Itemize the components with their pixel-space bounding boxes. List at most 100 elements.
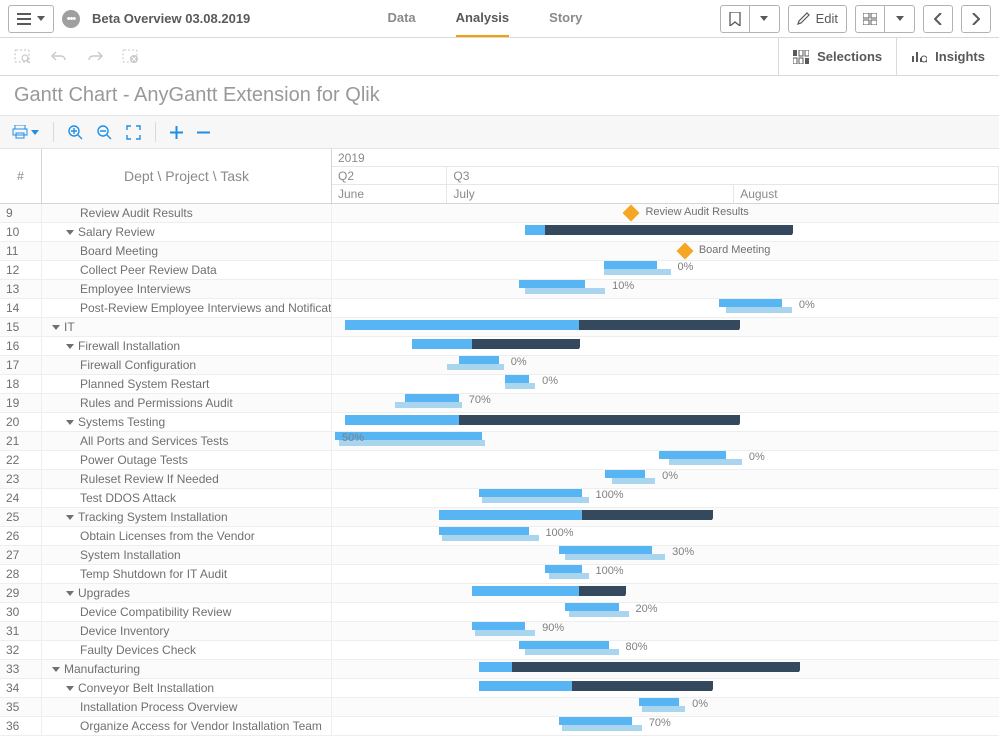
gantt-row[interactable]: 25Tracking System Installation [0, 508, 999, 527]
row-timeline[interactable] [332, 584, 999, 602]
task-bar[interactable] [505, 375, 528, 383]
task-bar[interactable] [639, 698, 679, 706]
row-timeline[interactable]: 0% [332, 451, 999, 469]
print-button[interactable] [12, 125, 39, 139]
row-timeline[interactable]: 10% [332, 280, 999, 298]
gantt-row[interactable]: 32Faulty Devices Check80% [0, 641, 999, 660]
row-timeline[interactable]: 20% [332, 603, 999, 621]
row-timeline[interactable] [332, 318, 999, 336]
gantt-row[interactable]: 9Review Audit ResultsReview Audit Result… [0, 204, 999, 223]
expand-toggle[interactable] [66, 230, 74, 235]
expand-toggle[interactable] [66, 686, 74, 691]
row-timeline[interactable] [332, 337, 999, 355]
row-timeline[interactable]: 0% [332, 261, 999, 279]
row-timeline[interactable]: Review Audit Results [332, 204, 999, 222]
gantt-row[interactable]: 12Collect Peer Review Data0% [0, 261, 999, 280]
task-bar[interactable] [559, 717, 632, 725]
gantt-row[interactable]: 22Power Outage Tests0% [0, 451, 999, 470]
gantt-row[interactable]: 35Installation Process Overview0% [0, 698, 999, 717]
col-header-num[interactable]: # [0, 149, 42, 203]
col-header-task[interactable]: Dept \ Project \ Task [42, 149, 332, 203]
gantt-row[interactable]: 29Upgrades [0, 584, 999, 603]
task-bar[interactable] [519, 641, 609, 649]
gantt-row[interactable]: 36Organize Access for Vendor Installatio… [0, 717, 999, 736]
row-timeline[interactable]: 0% [332, 698, 999, 716]
row-timeline[interactable] [332, 660, 999, 678]
row-timeline[interactable]: Board Meeting [332, 242, 999, 260]
row-timeline[interactable]: 80% [332, 641, 999, 659]
expand-toggle[interactable] [66, 420, 74, 425]
task-bar[interactable] [519, 280, 586, 288]
task-bar[interactable] [472, 622, 525, 630]
insights-button[interactable]: Insights [896, 38, 999, 75]
gantt-row[interactable]: 17Firewall Configuration0% [0, 356, 999, 375]
gantt-row[interactable]: 34Conveyor Belt Installation [0, 679, 999, 698]
row-timeline[interactable]: 100% [332, 527, 999, 545]
row-timeline[interactable]: 90% [332, 622, 999, 640]
task-bar[interactable] [605, 470, 645, 478]
sheet-grid-button[interactable] [855, 5, 885, 33]
row-timeline[interactable] [332, 413, 999, 431]
row-timeline[interactable]: 50% [332, 432, 999, 450]
gantt-row[interactable]: 20Systems Testing [0, 413, 999, 432]
smart-search-button[interactable] [10, 44, 36, 70]
task-bar[interactable] [545, 565, 582, 573]
task-bar[interactable] [659, 451, 726, 459]
row-timeline[interactable]: 0% [332, 299, 999, 317]
row-timeline[interactable]: 70% [332, 717, 999, 735]
bookmark-button[interactable] [720, 5, 750, 33]
row-timeline[interactable]: 100% [332, 565, 999, 583]
gantt-row[interactable]: 10Salary Review [0, 223, 999, 242]
gantt-row[interactable]: 28Temp Shutdown for IT Audit100% [0, 565, 999, 584]
gantt-row[interactable]: 11Board MeetingBoard Meeting [0, 242, 999, 261]
row-timeline[interactable]: 0% [332, 470, 999, 488]
menu-button[interactable] [8, 5, 54, 33]
timeline-header[interactable]: 2019 Q2Q3 JuneJulyAugust [332, 149, 999, 203]
expand-toggle[interactable] [66, 515, 74, 520]
gantt-row[interactable]: 19Rules and Permissions Audit70% [0, 394, 999, 413]
task-bar[interactable] [559, 546, 652, 554]
zoom-in-button[interactable] [68, 125, 83, 140]
tab-analysis[interactable]: Analysis [456, 0, 509, 37]
row-timeline[interactable] [332, 508, 999, 526]
gantt-row[interactable]: 31Device Inventory90% [0, 622, 999, 641]
task-bar[interactable] [604, 261, 657, 269]
tab-story[interactable]: Story [549, 0, 582, 37]
gantt-row[interactable]: 26Obtain Licenses from the Vendor100% [0, 527, 999, 546]
next-sheet-button[interactable] [961, 5, 991, 33]
row-timeline[interactable]: 0% [332, 375, 999, 393]
milestone-marker[interactable] [623, 205, 640, 222]
zoom-out-button[interactable] [97, 125, 112, 140]
selections-tool-button[interactable]: Selections [778, 38, 896, 75]
task-bar[interactable] [459, 356, 499, 364]
bookmark-dropdown[interactable] [750, 5, 780, 33]
task-bar[interactable] [565, 603, 618, 611]
row-timeline[interactable]: 0% [332, 356, 999, 374]
edit-button[interactable]: Edit [788, 5, 847, 33]
gantt-row[interactable]: 27System Installation30% [0, 546, 999, 565]
gantt-row[interactable]: 21All Ports and Services Tests50% [0, 432, 999, 451]
fit-button[interactable] [126, 125, 141, 140]
gantt-row[interactable]: 18Planned System Restart0% [0, 375, 999, 394]
expand-toggle[interactable] [66, 344, 74, 349]
row-timeline[interactable]: 100% [332, 489, 999, 507]
collapse-button[interactable] [197, 126, 210, 139]
prev-sheet-button[interactable] [923, 5, 953, 33]
gantt-row[interactable]: 24Test DDOS Attack100% [0, 489, 999, 508]
gantt-row[interactable]: 30Device Compatibility Review20% [0, 603, 999, 622]
expand-toggle[interactable] [66, 591, 74, 596]
task-bar[interactable] [719, 299, 782, 307]
tab-data[interactable]: Data [387, 0, 415, 37]
gantt-row[interactable]: 15IT [0, 318, 999, 337]
row-timeline[interactable] [332, 679, 999, 697]
task-bar[interactable] [405, 394, 458, 402]
gantt-row[interactable]: 16Firewall Installation [0, 337, 999, 356]
step-forward-button[interactable] [82, 44, 108, 70]
gantt-row[interactable]: 23Ruleset Review If Needed0% [0, 470, 999, 489]
gantt-row[interactable]: 14Post-Review Employee Interviews and No… [0, 299, 999, 318]
sheet-grid-dropdown[interactable] [885, 5, 915, 33]
gantt-row[interactable]: 33Manufacturing [0, 660, 999, 679]
expand-toggle[interactable] [52, 667, 60, 672]
task-bar[interactable] [439, 527, 529, 535]
step-back-button[interactable] [46, 44, 72, 70]
